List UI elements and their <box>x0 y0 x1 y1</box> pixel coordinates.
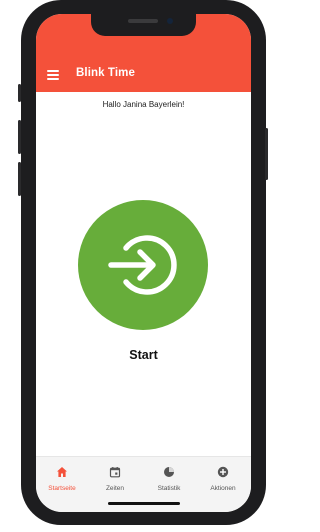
hamburger-menu-icon[interactable] <box>47 70 59 80</box>
mute-switch <box>18 84 21 102</box>
calendar-icon <box>109 467 121 478</box>
start-label[interactable]: Start <box>36 348 251 362</box>
nav-label-zeiten: Zeiten <box>105 485 125 492</box>
nav-item-startseite[interactable]: Startseite <box>38 466 86 492</box>
add-circle-icon <box>217 466 229 478</box>
start-button[interactable] <box>78 200 208 330</box>
notch <box>91 14 196 36</box>
nav-label-statistik: Statistik <box>157 485 181 492</box>
nav-label-startseite: Startseite <box>48 485 76 492</box>
front-camera <box>167 18 173 24</box>
volume-up-button <box>18 120 21 154</box>
power-button <box>265 128 268 180</box>
login-arrow-icon <box>108 235 177 295</box>
nav-item-zeiten[interactable]: Zeiten <box>91 466 139 492</box>
nav-label-aktionen: Aktionen <box>210 485 236 492</box>
nav-item-statistik[interactable]: Statistik <box>145 466 193 492</box>
greeting-text: Hallo Janina Bayerlein! <box>102 100 185 109</box>
speaker <box>128 19 158 23</box>
home-indicator <box>108 502 180 505</box>
app-screen: Blink Time Hallo Janina Bayerlein! Start… <box>36 14 251 512</box>
nav-item-aktionen[interactable]: Aktionen <box>199 466 247 492</box>
app-title: Blink Time <box>76 67 135 79</box>
pie-chart-icon <box>164 467 174 477</box>
home-icon <box>57 467 67 477</box>
volume-down-button <box>18 162 21 196</box>
